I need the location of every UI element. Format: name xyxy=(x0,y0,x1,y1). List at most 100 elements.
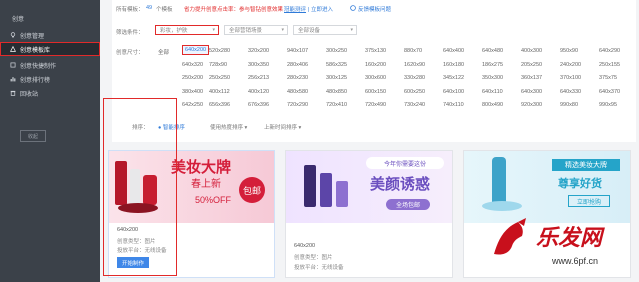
size-option[interactable]: 990x95 xyxy=(599,102,617,108)
size-option[interactable]: 350x300 xyxy=(482,75,503,81)
tags-select-value: 彩妆，护肤 xyxy=(160,28,188,34)
template-icon xyxy=(10,46,16,52)
size-option[interactable]: 586x325 xyxy=(326,62,347,68)
size-option[interactable]: 370x100 xyxy=(560,75,581,81)
size-option[interactable]: 1620x90 xyxy=(404,62,425,68)
size-option[interactable]: 375x75 xyxy=(599,75,617,81)
size-option[interactable]: 345x122 xyxy=(443,75,464,81)
size-option[interactable]: 600x150 xyxy=(365,89,386,95)
size-option[interactable]: 240x200 xyxy=(560,62,581,68)
sidebar-item-label: 创意模板库 xyxy=(20,47,51,54)
size-option[interactable]: 186x275 xyxy=(482,62,503,68)
size-option[interactable]: 740x110 xyxy=(443,102,464,108)
size-option[interactable]: 400x112 xyxy=(209,89,230,95)
size-option[interactable]: 720x290 xyxy=(287,102,308,108)
size-option[interactable]: 320x200 xyxy=(248,48,269,54)
size-option[interactable]: 676x396 xyxy=(248,102,269,108)
sort-hot[interactable]: 使用热度排序 ▾ xyxy=(210,123,247,131)
size-option[interactable]: 300x125 xyxy=(326,75,347,81)
sidebar-item-template-library[interactable]: 创意模板库 xyxy=(0,42,100,56)
size-option[interactable]: 280x406 xyxy=(287,62,308,68)
sidebar-item-label: 创意排行榜 xyxy=(20,77,51,84)
feedback-link[interactable]: 反馈模板问题 xyxy=(358,5,391,13)
chevron-down-icon: ▾ xyxy=(212,27,215,33)
size-option[interactable]: 250x200 xyxy=(182,75,203,81)
size-option[interactable]: 940x107 xyxy=(287,48,308,54)
size-option[interactable]: 375x130 xyxy=(365,48,386,54)
size-option[interactable]: 656x396 xyxy=(209,102,230,108)
size-option[interactable]: 990x80 xyxy=(560,102,578,108)
sidebar-item-label: 创意快捷制作 xyxy=(20,63,57,70)
size-option[interactable]: 205x250 xyxy=(521,62,542,68)
size-option[interactable]: 480x580 xyxy=(287,89,308,95)
size-option[interactable]: 640x320 xyxy=(182,62,203,68)
trash-icon xyxy=(10,90,16,96)
size-option[interactable]: 360x137 xyxy=(521,75,542,81)
template-card-2[interactable]: 今年你需要这份 美颜诱惑 全场包邮 640x200 创意类型：图片 投放平台：无… xyxy=(285,150,453,278)
sidebar-logo: 创意 xyxy=(12,17,25,23)
size-option[interactable]: 640x400 xyxy=(443,48,464,54)
card-2-device: 投放平台：无线设备 xyxy=(294,265,344,271)
scene-select[interactable]: 全部营销场景 ▾ xyxy=(224,25,288,35)
size-option[interactable]: 920x300 xyxy=(521,102,542,108)
card-2-size: 640x200 xyxy=(294,243,316,249)
tags-select[interactable]: 彩妆，护肤 ▾ xyxy=(155,25,219,35)
sort-new[interactable]: 上新时间排序 ▾ xyxy=(264,123,301,131)
size-option[interactable]: 400x300 xyxy=(521,48,542,54)
size-option[interactable]: 400x120 xyxy=(248,89,269,95)
feedback-icon xyxy=(350,5,356,11)
sidebar-collapse-button[interactable]: 收起 xyxy=(20,130,46,142)
sidebar-item-creative-manage[interactable]: 创意管理 xyxy=(0,28,100,42)
device-select-value: 全部设备 xyxy=(298,28,321,34)
size-option[interactable]: 300x600 xyxy=(365,75,386,81)
chart-icon xyxy=(10,77,16,82)
size-label: 创意尺寸： xyxy=(116,50,144,56)
size-option[interactable]: 380x400 xyxy=(182,89,203,95)
size-option[interactable]: 600x250 xyxy=(404,89,425,95)
size-option[interactable]: 330x280 xyxy=(404,75,425,81)
size-option[interactable]: 300x350 xyxy=(248,62,269,68)
chevron-down-icon: ▾ xyxy=(350,27,353,33)
size-option[interactable]: 640x480 xyxy=(482,48,503,54)
device-select[interactable]: 全部设备 ▾ xyxy=(293,25,357,35)
size-option[interactable]: 640x300 xyxy=(521,89,542,95)
sidebar-item-quick-make[interactable]: 创意快捷制作 xyxy=(0,58,100,72)
size-option[interactable]: 640x110 xyxy=(482,89,503,95)
sidebar-item-recycle[interactable]: 回收站 xyxy=(0,86,100,100)
horse-logo-icon xyxy=(494,218,526,255)
sidebar-item-ranking[interactable]: 创意排行榜 xyxy=(0,72,100,86)
watermark-url: www.6pf.cn xyxy=(552,256,599,266)
size-option[interactable]: 300x250 xyxy=(326,48,347,54)
size-option[interactable]: 250x250 xyxy=(209,75,230,81)
size-option[interactable]: 880x70 xyxy=(404,48,422,54)
size-all[interactable]: 全部 xyxy=(158,48,169,56)
size-option[interactable]: 640x100 xyxy=(443,89,464,95)
sort-new-label: 上新时间排序 xyxy=(264,125,298,131)
size-option[interactable]: 520x280 xyxy=(209,48,230,54)
size-option[interactable]: 800x490 xyxy=(482,102,503,108)
size-option[interactable]: 950x90 xyxy=(560,48,578,54)
size-option[interactable]: 160x180 xyxy=(443,62,464,68)
enter-link[interactable]: | 立即进入 xyxy=(308,5,333,13)
lightning-icon xyxy=(10,62,16,68)
size-option[interactable]: 640x370 xyxy=(599,89,620,95)
size-option[interactable]: 640x290 xyxy=(599,48,620,54)
size-option[interactable]: 728x90 xyxy=(209,62,227,68)
size-option[interactable]: 280x230 xyxy=(287,75,308,81)
size-option[interactable]: 250x155 xyxy=(599,62,620,68)
card-2-banner: 今年你需要这份 美颜诱惑 全场包邮 xyxy=(286,151,452,223)
card-2-headline: 美颜诱惑 xyxy=(370,176,431,193)
size-option[interactable]: 640x200 xyxy=(182,45,210,55)
size-option[interactable]: 642x250 xyxy=(182,102,203,108)
card-3-banner: 精选美妆大牌 尊享好货 立即抢购 xyxy=(464,151,630,223)
sidebar: 创意 创意管理 创意模板库 创意快捷制作 创意排行榜 回收站 收起 xyxy=(0,0,100,282)
size-option[interactable]: 730x240 xyxy=(404,102,425,108)
size-option[interactable]: 256x213 xyxy=(248,75,269,81)
size-option[interactable]: 720x490 xyxy=(365,102,386,108)
promo-link[interactable]: 冠能测评 xyxy=(284,5,306,13)
size-option[interactable]: 720x410 xyxy=(326,102,347,108)
size-option[interactable]: 160x200 xyxy=(365,62,386,68)
size-option[interactable]: 640x330 xyxy=(560,89,581,95)
size-option[interactable]: 480x850 xyxy=(326,89,347,95)
filter-label: 筛选条件： xyxy=(116,30,144,36)
